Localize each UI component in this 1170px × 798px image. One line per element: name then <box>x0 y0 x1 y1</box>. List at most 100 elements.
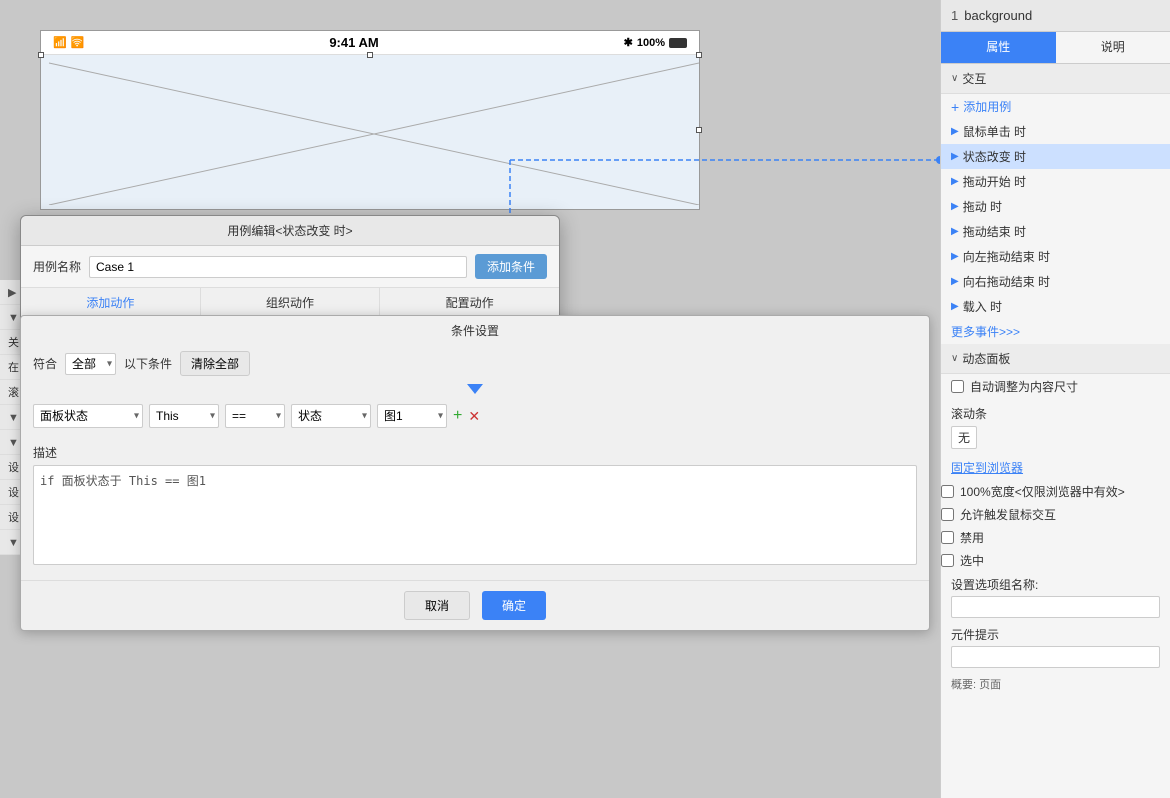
cond-col3-wrap: == != > < <box>225 404 285 428</box>
event-item-4[interactable]: ▶ 拖动结束 时 <box>941 219 1170 244</box>
mobile-frame: 📶 🛜 9:41 AM ✱ 100% <box>40 30 700 210</box>
battery-icon <box>669 38 687 48</box>
add-usecase-btn[interactable]: + 添加用例 <box>941 94 1170 119</box>
condition-filter-row: 符合 全部 任意 以下条件 清除全部 <box>21 345 929 382</box>
option-checkbox-1[interactable] <box>941 508 954 521</box>
event-icon-7: ▶ <box>951 301 959 312</box>
dynamic-panel-toggle: ∨ <box>951 353 958 364</box>
col-add-action: 添加动作 <box>21 288 201 317</box>
tab-properties[interactable]: 属性 <box>941 32 1056 63</box>
section-dynamic-panel[interactable]: ∨ 动态面板 <box>941 344 1170 374</box>
clear-all-btn[interactable]: 清除全部 <box>180 351 250 376</box>
status-right: ✱ 100% <box>624 36 687 49</box>
component-hint-input[interactable] <box>951 646 1160 668</box>
event-item-6[interactable]: ▶ 向右拖动结束 时 <box>941 269 1170 294</box>
event-icon-1: ▶ <box>951 151 959 162</box>
config-action-label: 配置动作 <box>446 296 494 310</box>
section-interaction[interactable]: ∨ 交互 <box>941 64 1170 94</box>
event-icon-0: ▶ <box>951 126 959 137</box>
cond-col1-wrap: 面板状态 <box>33 404 143 428</box>
event-item-1[interactable]: ▶ 状态改变 时 <box>941 144 1170 169</box>
option-group-name-row: 设置选项组名称: <box>941 572 1170 622</box>
event-icon-5: ▶ <box>951 251 959 262</box>
match-select-wrap: 全部 任意 <box>65 353 116 375</box>
auto-adjust-label: 自动调整为内容尺寸 <box>970 378 1078 395</box>
sidebar-arrow-da: ▼ <box>8 312 19 324</box>
option-checkbox-0[interactable] <box>941 485 954 498</box>
cond-col4-select[interactable]: 状态 <box>291 404 371 428</box>
sidebar-arrow-xian: ▼ <box>8 437 19 449</box>
option-checkbox-3[interactable] <box>941 554 954 567</box>
tab-description[interactable]: 说明 <box>1056 32 1170 63</box>
option-group-label: 设置选项组名称: <box>951 576 1160 593</box>
option-label-0: 100%宽度<仅限浏览器中有效> <box>960 483 1125 500</box>
sidebar-item-guan-label: 关 <box>8 337 19 349</box>
event-label-1: 状态改变 时 <box>963 148 1026 165</box>
mobile-content <box>41 55 699 205</box>
event-icon-4: ▶ <box>951 226 959 237</box>
add-condition-row-btn[interactable]: + <box>453 407 462 425</box>
cond-col1-select[interactable]: 面板状态 <box>33 404 143 428</box>
cond-col3-select[interactable]: == != > < <box>225 404 285 428</box>
handle-mr[interactable] <box>696 127 702 133</box>
event-label-0: 鼠标单击 时 <box>963 123 1026 140</box>
event-icon-2: ▶ <box>951 176 959 187</box>
event-item-5[interactable]: ▶ 向左拖动结束 时 <box>941 244 1170 269</box>
panel-number: 1 <box>951 8 958 23</box>
condition-dialog: 条件设置 符合 全部 任意 以下条件 清除全部 面板状态 <box>20 315 930 631</box>
confirm-btn[interactable]: 确定 <box>482 591 546 620</box>
option-row-3: 选中 <box>941 549 1170 572</box>
arrow-down-icon <box>467 384 483 394</box>
more-events-btn[interactable]: 更多事件>>> <box>941 319 1170 344</box>
scroll-label: 滚动条 <box>951 405 1160 422</box>
description-section: 描述 <box>21 436 929 580</box>
description-textarea[interactable] <box>33 465 917 565</box>
usecase-name-input[interactable] <box>89 256 467 278</box>
cond-col5-select[interactable]: 图1 图2 图3 <box>377 404 447 428</box>
event-icon-3: ▶ <box>951 201 959 212</box>
status-left: 📶 🛜 <box>53 36 84 49</box>
add-condition-btn[interactable]: 添加条件 <box>475 254 547 279</box>
remove-condition-row-btn[interactable]: ✕ <box>468 408 480 425</box>
option-group-input[interactable] <box>951 596 1160 618</box>
cond-col2-select[interactable]: This <box>149 404 219 428</box>
handle-tr[interactable] <box>696 52 702 58</box>
wifi-icon: 🛜 <box>71 36 85 49</box>
browser-fix-link[interactable]: 固定到浏览器 <box>941 455 1170 480</box>
cancel-btn[interactable]: 取消 <box>404 591 470 620</box>
event-label-2: 拖动开始 时 <box>963 173 1026 190</box>
option-checkbox-2[interactable] <box>941 531 954 544</box>
scroll-value: 无 <box>951 426 977 449</box>
sidebar-item-zai-label: 在 <box>8 362 19 374</box>
auto-adjust-checkbox[interactable] <box>951 380 964 393</box>
bluetooth-icon: ✱ <box>624 36 633 49</box>
event-item-0[interactable]: ▶ 鼠标单击 时 <box>941 119 1170 144</box>
event-label-4: 拖动结束 时 <box>963 223 1026 240</box>
auto-adjust-row: 自动调整为内容尺寸 <box>941 374 1170 399</box>
event-icon-6: ▶ <box>951 276 959 287</box>
dynamic-panel-label: 动态面板 <box>962 350 1010 367</box>
condition-row: 面板状态 This == != > < 状态 <box>21 396 929 436</box>
cond-col4-wrap: 状态 <box>291 404 371 428</box>
right-panel: 1 background 属性 说明 ∨ 交互 + 添加用例 ▶ 鼠标单击 时 … <box>940 0 1170 798</box>
col-organize-action: 组织动作 <box>201 288 381 317</box>
action-columns: 添加动作 组织动作 配置动作 <box>21 288 559 318</box>
add-action-link[interactable]: 添加动作 <box>86 296 134 310</box>
event-item-3[interactable]: ▶ 拖动 时 <box>941 194 1170 219</box>
panel-tabs: 属性 说明 <box>941 32 1170 64</box>
signal-icon: 📶 <box>53 36 67 49</box>
component-hint-row: 元件提示 <box>941 622 1170 672</box>
event-label-7: 载入 时 <box>963 298 1002 315</box>
right-panel-header: 1 background <box>941 0 1170 32</box>
handle-tl[interactable] <box>38 52 44 58</box>
mobile-placeholder-svg <box>41 55 699 205</box>
canvas-area: 📶 🛜 9:41 AM ✱ 100% <box>0 0 940 798</box>
event-item-7[interactable]: ▶ 载入 时 <box>941 294 1170 319</box>
handle-tm[interactable] <box>367 52 373 58</box>
cond-col2-wrap: This <box>149 404 219 428</box>
event-item-2[interactable]: ▶ 拖动开始 时 <box>941 169 1170 194</box>
match-select[interactable]: 全部 任意 <box>65 353 116 375</box>
following-label: 以下条件 <box>124 355 172 372</box>
sidebar-arrow-link: ▶ <box>8 287 16 299</box>
usecase-editor-title: 用例编辑<状态改变 时> <box>21 216 559 246</box>
